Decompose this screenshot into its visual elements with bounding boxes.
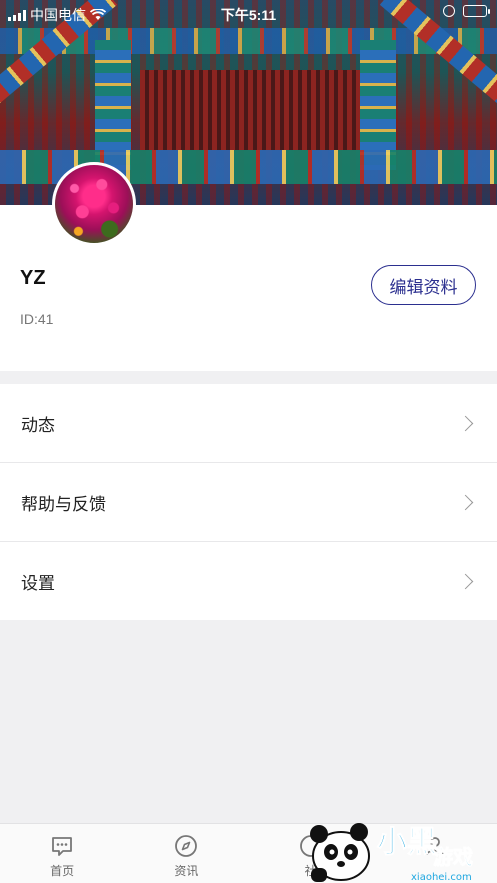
svg-text:游戏: 游戏 xyxy=(433,845,473,869)
menu-item-settings[interactable]: 设置 xyxy=(0,542,497,620)
menu-item-activity[interactable]: 动态 xyxy=(0,384,497,463)
menu-item-label: 设置 xyxy=(21,573,55,593)
tab-home[interactable]: 首页 xyxy=(0,824,124,883)
settings-menu: 动态 帮助与反馈 设置 xyxy=(0,384,497,620)
user-name: YZ xyxy=(20,267,46,289)
chevron-right-icon xyxy=(457,573,474,589)
svg-text:xiaohei.com: xiaohei.com xyxy=(411,872,472,883)
tab-label: 资讯 xyxy=(174,864,199,878)
tab-label: 首页 xyxy=(50,864,75,878)
menu-item-label: 动态 xyxy=(21,415,55,435)
avatar[interactable] xyxy=(52,162,136,246)
message-dots-icon xyxy=(52,837,73,856)
tab-news[interactable]: 资讯 xyxy=(124,824,248,883)
status-time: 下午5:11 xyxy=(220,7,277,23)
edit-profile-button[interactable]: 编辑资料 xyxy=(371,265,476,305)
compass-icon xyxy=(175,835,198,857)
chevron-right-icon xyxy=(457,415,474,431)
menu-item-help-feedback[interactable]: 帮助与反馈 xyxy=(0,463,497,542)
chevron-right-icon xyxy=(457,494,474,510)
user-id: ID:41 xyxy=(20,311,54,327)
watermark-logo: 小黑 游戏 xiaohei.com xyxy=(310,823,473,883)
menu-item-label: 帮助与反馈 xyxy=(21,494,106,514)
svg-text:小黑: 小黑 xyxy=(377,825,437,860)
status-bar: 中国电信 下午5:11 xyxy=(0,0,497,26)
orientation-lock-icon xyxy=(443,5,455,17)
battery-icon xyxy=(463,5,490,17)
